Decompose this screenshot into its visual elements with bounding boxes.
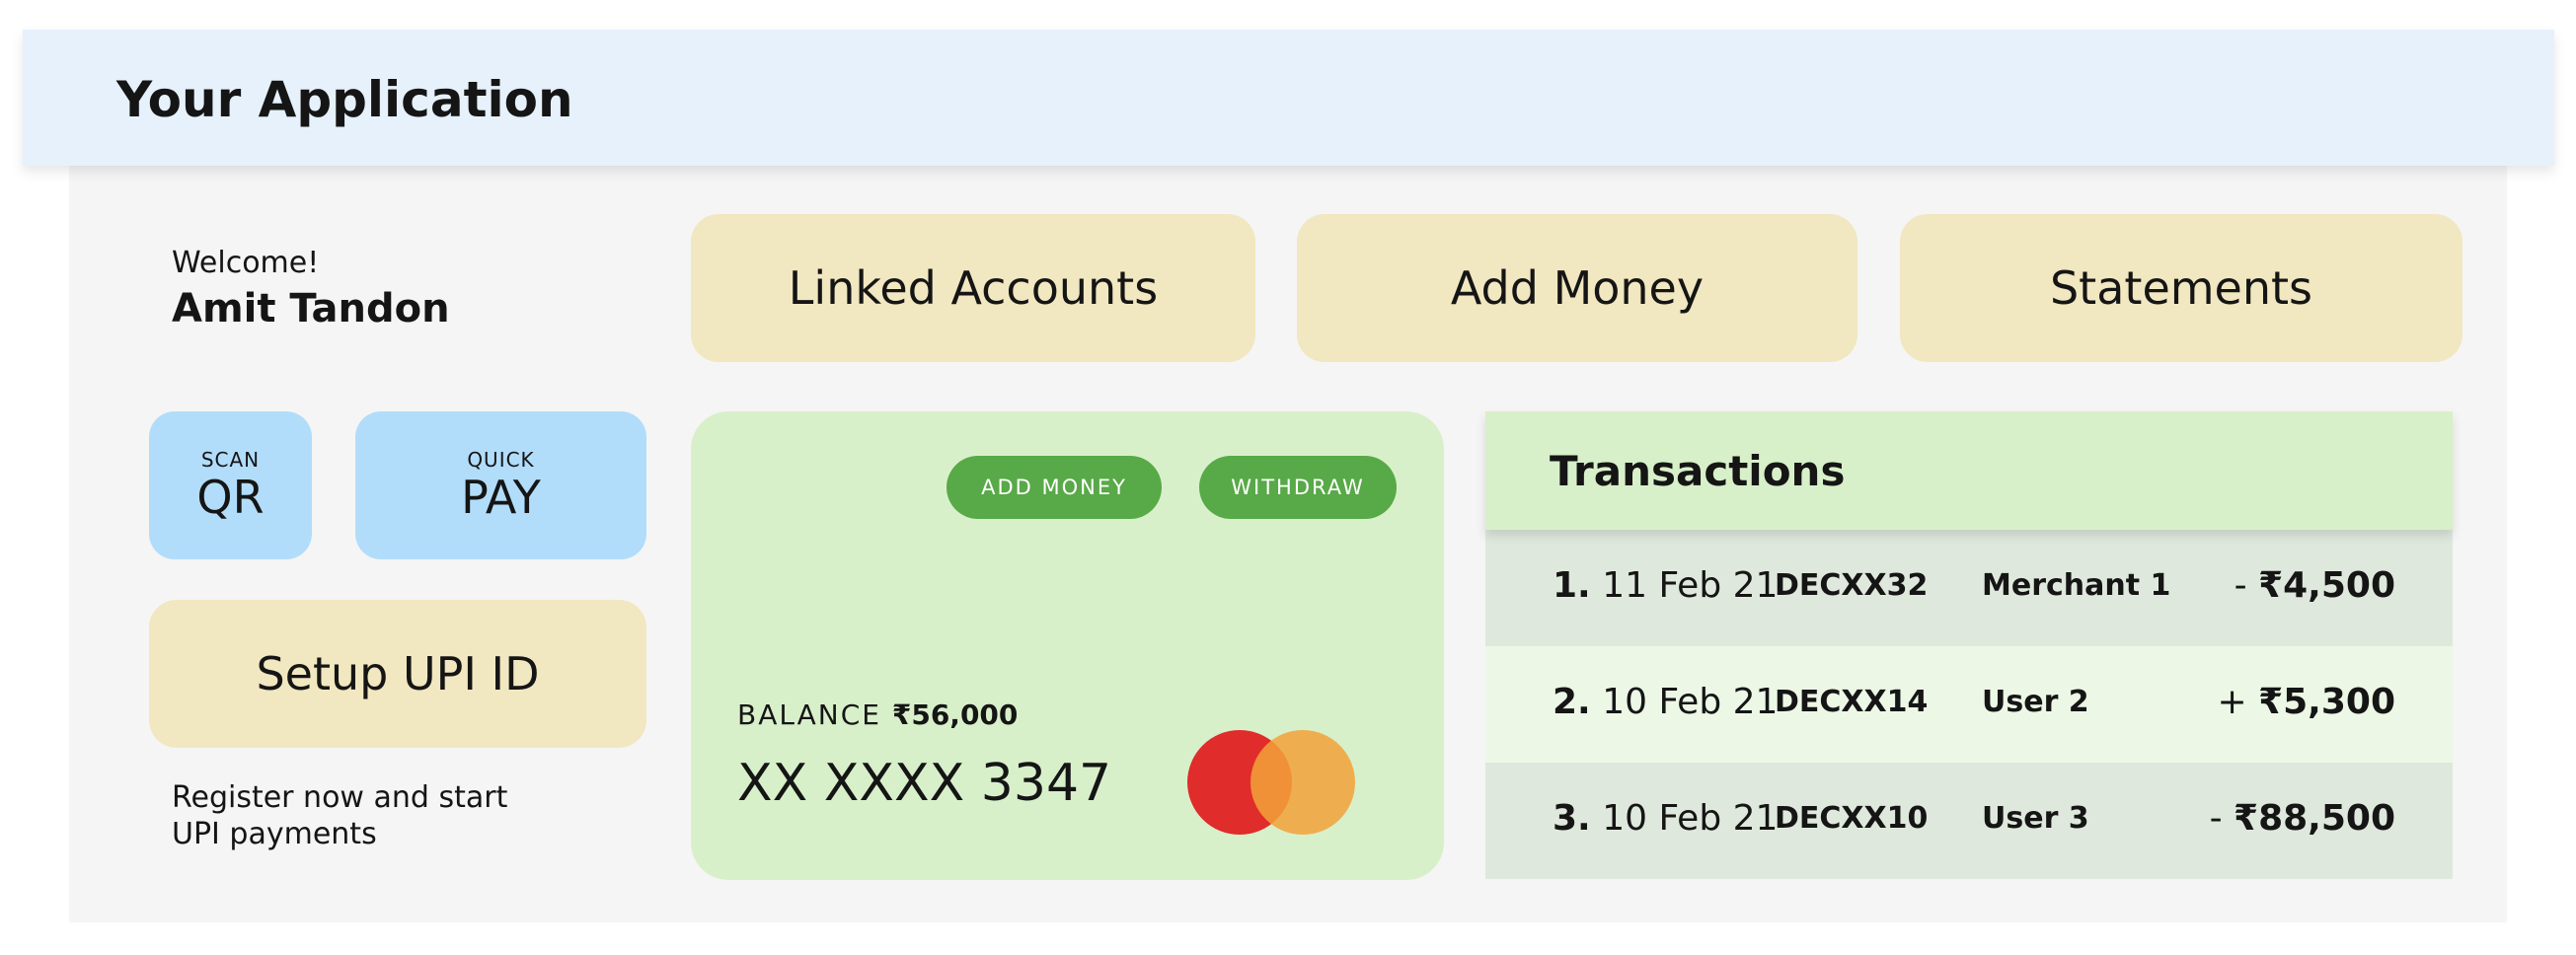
transaction-date: 3. 10 Feb 21 [1553,796,1778,842]
transactions-header: Transactions [1485,411,2453,530]
transaction-party: User 3 [1982,801,2089,836]
app-header: Your Application [23,30,2554,166]
transaction-party: Merchant 1 [1982,568,2171,603]
statements-button[interactable]: Statements [1900,214,2462,362]
transaction-index: 3. [1553,798,1591,839]
transaction-ref: DECXX10 [1775,801,1929,836]
transaction-index: 2. [1553,682,1591,722]
transaction-amount-value: ₹5,300 [2258,682,2395,722]
balance-amount: ₹56,000 [891,698,1019,731]
transaction-ref: DECXX32 [1775,568,1929,603]
transaction-date: 1. 11 Feb 21 [1553,563,1778,609]
card-number: XX XXXX 3347 [737,754,1112,813]
transaction-amount: - ₹4,500 [2235,563,2395,609]
welcome-greeting: Welcome! [172,246,320,280]
linked-accounts-button[interactable]: Linked Accounts [691,214,1255,362]
transaction-amount: - ₹88,500 [2210,796,2395,842]
add-money-nav-button[interactable]: Add Money [1297,214,1857,362]
card-withdraw-button[interactable]: WITHDRAW [1199,456,1397,519]
transaction-row[interactable]: 2. 10 Feb 21 DECXX14 User 2 + ₹5,300 [1485,646,2453,763]
transaction-row[interactable]: 3. 10 Feb 21 DECXX10 User 3 - ₹88,500 [1485,763,2453,879]
quick-pay-button[interactable]: QUICK PAY [355,411,646,559]
app-title: Your Application [116,71,573,128]
balance-card: ADD MONEY WITHDRAW BALANCE ₹56,000 XX XX… [691,411,1444,880]
quick-pay-small-label: QUICK [467,448,535,472]
mastercard-logo-icon [1187,730,1355,835]
transactions-title: Transactions [1550,447,1846,495]
transaction-amount-value: ₹88,500 [2234,798,2395,839]
transaction-ref: DECXX14 [1775,685,1929,719]
transaction-sign: - [2234,565,2259,606]
user-name: Amit Tandon [172,286,450,331]
transaction-index: 1. [1553,565,1591,606]
transaction-date: 2. 10 Feb 21 [1553,680,1778,725]
register-line-2: UPI payments [172,817,377,851]
transaction-date-text: 11 Feb 21 [1602,565,1779,606]
transaction-date-text: 10 Feb 21 [1602,682,1779,722]
setup-upi-button[interactable]: Setup UPI ID [149,600,646,748]
scan-qr-button[interactable]: SCAN QR [149,411,312,559]
scan-qr-big-label: QR [196,471,265,524]
register-line-1: Register now and start [172,780,508,815]
balance-line: BALANCE ₹56,000 [737,698,1018,733]
transaction-row[interactable]: 1. 11 Feb 21 DECXX32 Merchant 1 - ₹4,500 [1485,530,2453,646]
transaction-sign: + [2217,682,2259,722]
transaction-party: User 2 [1982,685,2089,719]
register-upi-text: Register now and start UPI payments [172,779,507,852]
transaction-sign: - [2209,798,2235,839]
transaction-date-text: 10 Feb 21 [1602,798,1779,839]
card-add-money-button[interactable]: ADD MONEY [947,456,1162,519]
mastercard-orange-circle [1250,730,1355,835]
scan-qr-small-label: SCAN [200,448,261,472]
transaction-amount-value: ₹4,500 [2258,565,2395,606]
quick-pay-big-label: PAY [461,471,541,524]
balance-label: BALANCE [737,698,881,731]
transaction-amount: + ₹5,300 [2217,680,2395,725]
